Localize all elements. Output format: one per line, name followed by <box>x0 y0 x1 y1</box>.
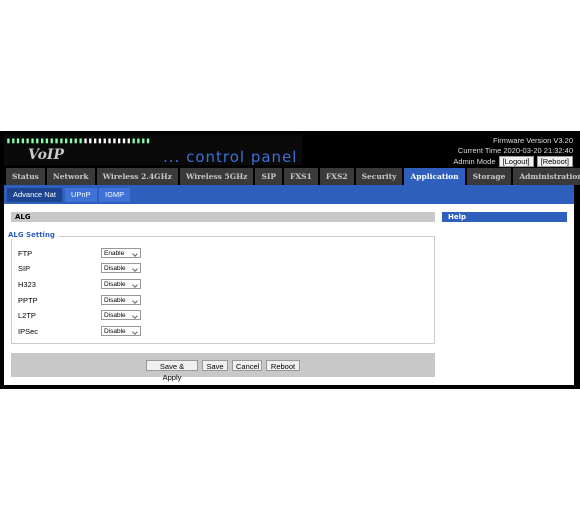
logout-button[interactable]: [Logout] <box>498 156 534 167</box>
subtab-igmp[interactable]: IGMP <box>99 188 131 202</box>
brand-name: VoIP <box>28 147 64 163</box>
alg-setting-legend: ALG Setting <box>5 231 58 239</box>
alg-setting-group <box>11 236 435 344</box>
l2tp-select[interactable]: Disable <box>101 310 141 320</box>
help-title: Help <box>442 212 567 222</box>
chevron-down-icon <box>132 329 138 335</box>
subtab-upnp[interactable]: UPnP <box>65 188 97 202</box>
tab-storage[interactable]: Storage <box>466 168 512 185</box>
tab-application[interactable]: Application <box>404 168 465 185</box>
pptp-select[interactable]: Disable <box>101 295 141 305</box>
signal-bars-icon: ▮▮▮▮▮▮▮▮▮▮▮▮▮▮▮▮▮▮▮▮▮▮▮▮▮▮▮▮▮▮ <box>6 136 151 145</box>
chevron-down-icon <box>132 282 138 288</box>
save-button[interactable]: Save <box>202 360 228 371</box>
brand-logo: ▮▮▮▮▮▮▮▮▮▮▮▮▮▮▮▮▮▮▮▮▮▮▮▮▮▮▮▮▮▮ VoIP ... … <box>4 135 302 166</box>
subtab-advance-nat[interactable]: Advance Nat <box>7 188 62 202</box>
tab-security[interactable]: Security <box>355 168 403 185</box>
main-tabs: Status Network Wireless 2.4GHz Wireless … <box>6 168 580 185</box>
field-label: H323 <box>18 280 36 289</box>
ipsec-select[interactable]: Disable <box>101 326 141 336</box>
header-info: Firmware Version V3.20 Current Time 2020… <box>453 136 573 167</box>
tab-sip[interactable]: SIP <box>255 168 283 185</box>
admin-mode-label: Admin Mode <box>453 156 496 166</box>
reboot-header-button[interactable]: [Reboot] <box>536 156 573 167</box>
reboot-button[interactable]: Reboot <box>266 360 300 371</box>
chevron-down-icon <box>132 298 138 304</box>
tab-fxs1[interactable]: FXS1 <box>284 168 318 185</box>
chevron-down-icon <box>132 313 138 319</box>
field-label: FTP <box>18 249 33 258</box>
tab-wireless-24ghz[interactable]: Wireless 2.4GHz <box>96 168 178 185</box>
cancel-button[interactable]: Cancel <box>232 360 262 371</box>
field-label: SIP <box>18 264 31 273</box>
field-label: PPTP <box>18 296 38 305</box>
tab-fxs2[interactable]: FXS2 <box>319 168 354 185</box>
save-apply-button[interactable]: Save & Apply <box>146 360 198 382</box>
chevron-down-icon <box>132 251 138 257</box>
ftp-select[interactable]: Enable <box>101 248 141 258</box>
sip-select[interactable]: Disable <box>101 263 141 273</box>
tab-status[interactable]: Status <box>6 168 45 185</box>
tab-network[interactable]: Network <box>46 168 95 185</box>
brand-tagline: ... control panel <box>163 148 298 166</box>
tab-administration[interactable]: Administration <box>513 168 580 185</box>
firmware-version: Firmware Version V3.20 <box>492 136 573 145</box>
current-time: Current Time 2020-03-20 21:32:40 <box>457 145 573 155</box>
tab-wireless-5ghz[interactable]: Wireless 5GHz <box>179 168 254 185</box>
chevron-down-icon <box>132 266 138 272</box>
h323-select[interactable]: Disable <box>101 279 141 289</box>
field-label: L2TP <box>18 311 36 320</box>
section-title: ALG <box>11 212 435 222</box>
field-label: IPSec <box>18 327 39 336</box>
